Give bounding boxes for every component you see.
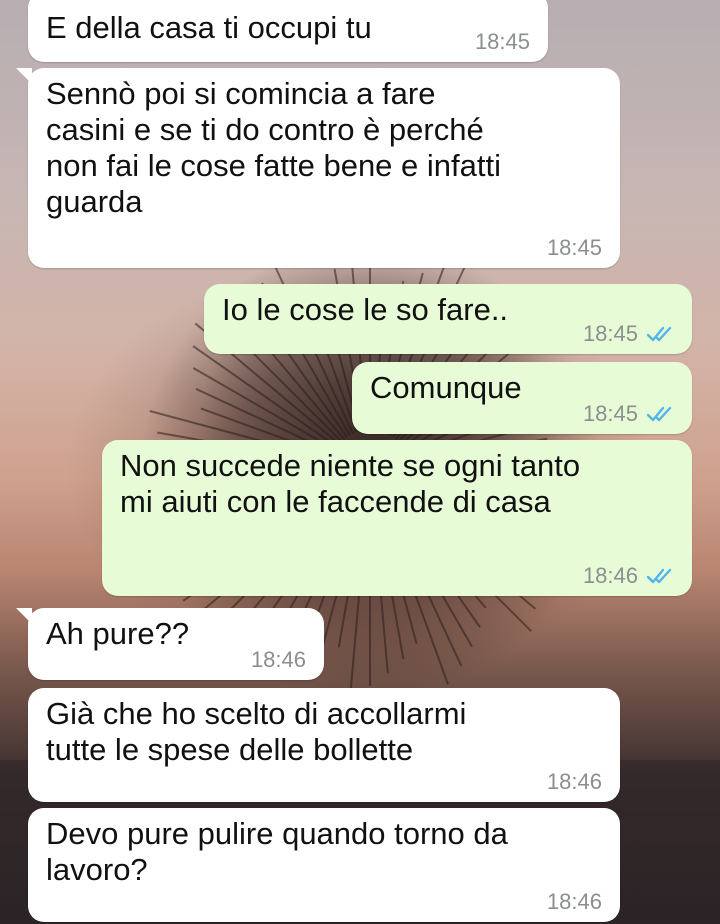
message-meta: 18:46	[251, 648, 306, 672]
double-check-read-icon	[646, 326, 672, 342]
message-text: Non succede niente se ogni tanto mi aiut…	[120, 448, 581, 519]
message-meta: 18:45	[475, 30, 530, 54]
incoming-message-bubble[interactable]: Ah pure?? 18:46	[16, 608, 324, 680]
double-check-read-icon	[646, 568, 672, 584]
outgoing-message-bubble[interactable]: Io le cose le so fare.. 18:45	[204, 284, 692, 354]
message-text: Devo pure pulire quando torno da lavoro?	[46, 816, 508, 887]
message-timestamp: 18:46	[546, 889, 602, 914]
incoming-message-bubble[interactable]: Devo pure pulire quando torno da lavoro?…	[28, 808, 620, 922]
chat-messages-area[interactable]: E della casa ti occupi tu 18:45 Sennò poi …	[0, 0, 720, 924]
message-timestamp: 18:45	[474, 29, 530, 54]
message-text: E della casa ti occupi tu	[46, 10, 372, 45]
message-timestamp: 18:45	[546, 235, 602, 260]
outgoing-message-bubble[interactable]: Comunque 18:45	[352, 362, 692, 434]
message-meta: 18:45	[583, 402, 674, 426]
message-timestamp: 18:46	[546, 769, 602, 794]
message-meta: 18:46	[547, 890, 602, 914]
message-meta: 18:46	[547, 770, 602, 794]
message-timestamp: 18:45	[582, 321, 638, 346]
message-timestamp: 18:46	[582, 563, 638, 588]
message-timestamp: 18:46	[250, 647, 306, 672]
message-meta: 18:45	[547, 236, 602, 260]
incoming-message-bubble[interactable]: Sennò poi si comincia a fare casini e se…	[16, 68, 620, 268]
message-meta: 18:46	[583, 564, 674, 588]
double-check-read-icon	[646, 406, 672, 422]
outgoing-message-bubble[interactable]: Non succede niente se ogni tanto mi aiut…	[102, 440, 692, 596]
message-timestamp: 18:45	[582, 401, 638, 426]
incoming-message-bubble[interactable]: E della casa ti occupi tu 18:45	[28, 0, 548, 62]
message-text: Sennò poi si comincia a fare casini e se…	[46, 76, 501, 219]
incoming-message-bubble[interactable]: Già che ho scelto di accollarmi tutte le…	[28, 688, 620, 802]
message-meta: 18:45	[583, 322, 674, 346]
message-text: Già che ho scelto di accollarmi tutte le…	[46, 696, 467, 767]
